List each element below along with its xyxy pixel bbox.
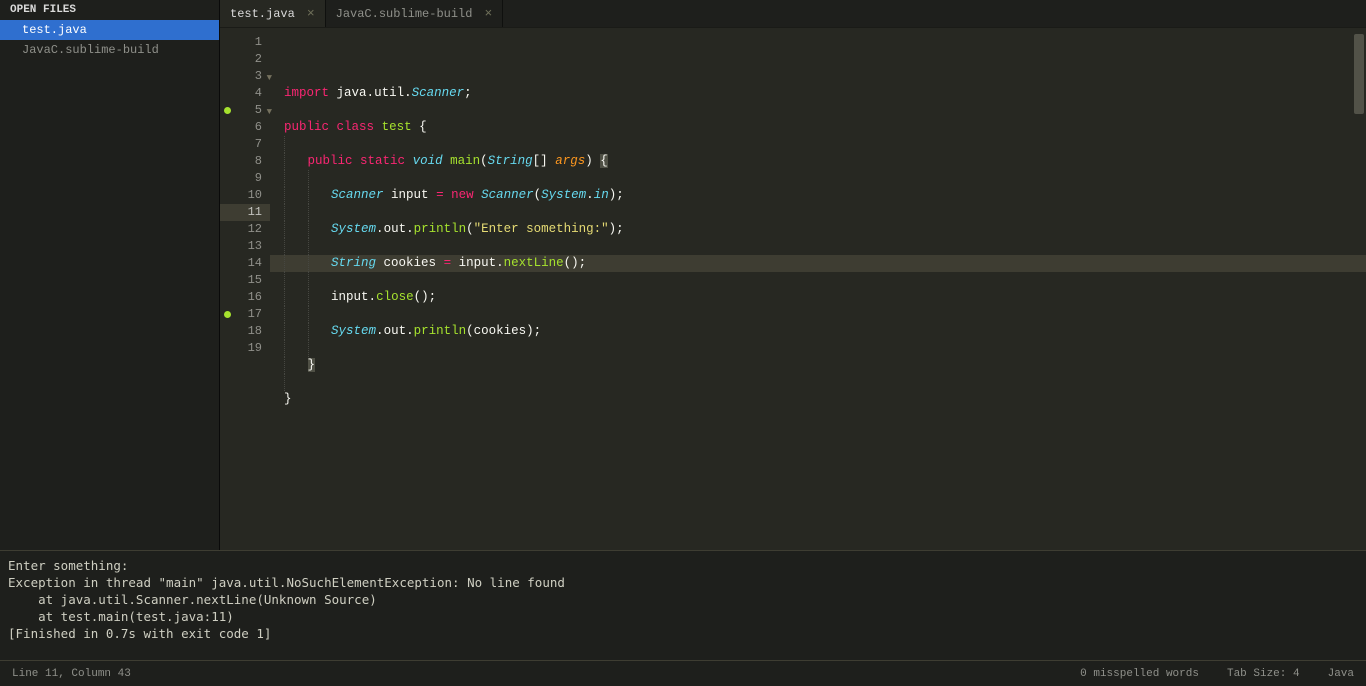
code-line[interactable]: input.close(); xyxy=(270,289,1366,306)
code-line[interactable] xyxy=(270,340,1366,357)
code-line[interactable]: public static void main(String[] args) { xyxy=(270,153,1366,170)
code-line[interactable]: } xyxy=(270,391,1366,408)
code-line[interactable] xyxy=(270,272,1366,289)
line-number: 9 xyxy=(220,170,270,187)
sidebar: OPEN FILES test.javaJavaC.sublime-build xyxy=(0,0,220,550)
editor-tab[interactable]: JavaC.sublime-build × xyxy=(326,0,504,27)
code-line[interactable]: System.out.println(cookies); xyxy=(270,323,1366,340)
open-file-item[interactable]: JavaC.sublime-build xyxy=(0,40,219,60)
code-line[interactable]: Scanner input = new Scanner(System.in); xyxy=(270,187,1366,204)
line-number: 18 xyxy=(220,323,270,340)
status-syntax[interactable]: Java xyxy=(1328,668,1354,680)
status-tabsize[interactable]: Tab Size: 4 xyxy=(1227,668,1300,680)
line-number: 13 xyxy=(220,238,270,255)
line-number: 7 xyxy=(220,136,270,153)
line-number: 19 xyxy=(220,340,270,357)
code-line[interactable] xyxy=(270,306,1366,323)
line-number: 15 xyxy=(220,272,270,289)
editor-area: test.java×JavaC.sublime-build× 123▼45▼67… xyxy=(220,0,1366,550)
code-line[interactable] xyxy=(270,102,1366,119)
code-container[interactable]: 123▼45▼678910111213141516171819 import j… xyxy=(220,28,1366,550)
close-icon[interactable]: × xyxy=(307,6,315,21)
line-number: 6 xyxy=(220,119,270,136)
code-line[interactable] xyxy=(270,238,1366,255)
code-line[interactable] xyxy=(270,204,1366,221)
open-file-item[interactable]: test.java xyxy=(0,20,219,40)
code-line[interactable] xyxy=(270,170,1366,187)
line-number: 2 xyxy=(220,51,270,68)
line-number: 17 xyxy=(220,306,270,323)
line-number: 8 xyxy=(220,153,270,170)
tab-label: test.java xyxy=(230,7,295,21)
line-number: 16 xyxy=(220,289,270,306)
vertical-scrollbar[interactable] xyxy=(1354,34,1364,114)
line-number: 11 xyxy=(220,204,270,221)
open-files-list: test.javaJavaC.sublime-build xyxy=(0,20,219,60)
status-bar: Line 11, Column 43 0 misspelled words Ta… xyxy=(0,660,1366,686)
tab-label: JavaC.sublime-build xyxy=(336,7,473,21)
close-icon[interactable]: × xyxy=(484,6,492,21)
code-line[interactable]: } xyxy=(270,357,1366,374)
code-line[interactable] xyxy=(270,374,1366,391)
line-number: 12 xyxy=(220,221,270,238)
line-number: 3▼ xyxy=(220,68,270,85)
code-line[interactable]: System.out.println("Enter something:"); xyxy=(270,221,1366,238)
code-line[interactable]: public class test { xyxy=(270,119,1366,136)
main-area: OPEN FILES test.java JavaC.sublime-build … xyxy=(0,0,1366,550)
line-number: 1 xyxy=(220,34,270,51)
code-line[interactable]: import java.util.Scanner; xyxy=(270,85,1366,102)
line-number: 4 xyxy=(220,85,270,102)
tab-bar: test.java × JavaC.sublime-build × xyxy=(220,0,1366,28)
line-number: 10 xyxy=(220,187,270,204)
gutter-marker-icon xyxy=(224,311,231,318)
line-number: 14 xyxy=(220,255,270,272)
editor-tab[interactable]: test.java × xyxy=(220,0,326,27)
code-line[interactable]: String cookies = input.nextLine(); xyxy=(270,255,1366,272)
code-editor[interactable]: import java.util.Scanner; public class te… xyxy=(270,28,1366,550)
code-line[interactable] xyxy=(270,136,1366,153)
status-spellcheck[interactable]: 0 misspelled words xyxy=(1080,668,1199,680)
gutter-marker-icon xyxy=(224,107,231,114)
status-position[interactable]: Line 11, Column 43 xyxy=(12,668,1080,680)
sidebar-header: OPEN FILES xyxy=(0,0,219,20)
line-number: 5▼ xyxy=(220,102,270,119)
gutter: 123▼45▼678910111213141516171819 xyxy=(220,28,270,550)
build-output-panel[interactable]: Enter something: Exception in thread "ma… xyxy=(0,550,1366,660)
